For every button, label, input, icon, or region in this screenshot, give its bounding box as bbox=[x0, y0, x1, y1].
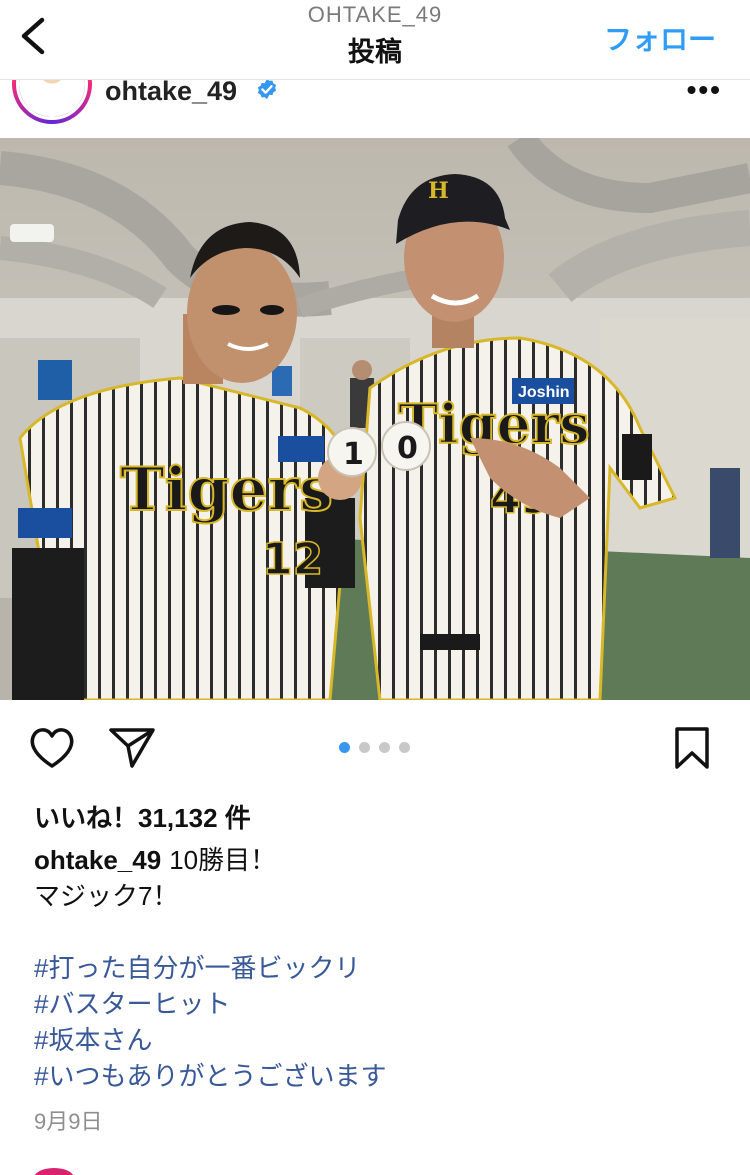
post-account-name[interactable]: ohtake_49 bbox=[105, 80, 237, 107]
carousel-dot bbox=[359, 742, 370, 753]
verified-badge-icon bbox=[257, 80, 277, 100]
left-jersey-team-text: Tigers bbox=[120, 455, 333, 525]
caption-username[interactable]: ohtake_49 bbox=[34, 845, 161, 875]
left-jersey-number: 12 bbox=[262, 534, 323, 585]
sponsor-patch: Joshin bbox=[518, 384, 570, 401]
ball-digit-0: 0 bbox=[397, 431, 418, 466]
post-header: ohtake_49 ••• bbox=[0, 80, 750, 138]
carousel-dot bbox=[339, 742, 350, 753]
carousel-dot bbox=[399, 742, 410, 753]
next-post-avatar-peek bbox=[34, 1168, 74, 1175]
more-options-icon[interactable]: ••• bbox=[687, 80, 722, 106]
caption-line-2: マジック7！ bbox=[34, 881, 179, 911]
heart-icon[interactable] bbox=[28, 726, 76, 770]
hashtag[interactable]: #坂本さん bbox=[34, 1022, 724, 1058]
carousel-indicator bbox=[339, 740, 419, 758]
action-bar bbox=[0, 700, 750, 790]
follow-button[interactable]: フォロー bbox=[604, 18, 716, 58]
carousel-dot bbox=[379, 742, 390, 753]
like-count[interactable]: いいね！31,132 件 bbox=[34, 798, 251, 835]
post-date: 9月9日 bbox=[34, 1109, 103, 1134]
hashtag[interactable]: #バスターヒット bbox=[34, 986, 724, 1022]
photo-illustration: Tigers 12 H Tigers 49 Joshin 1 bbox=[0, 138, 750, 700]
caption-line-1: 10勝目！ bbox=[169, 845, 277, 875]
hashtag[interactable]: #打った自分が一番ビックリ bbox=[34, 950, 724, 986]
hashtag[interactable]: #いつもありがとうございます bbox=[34, 1058, 724, 1094]
bookmark-icon[interactable] bbox=[672, 726, 712, 770]
share-icon[interactable] bbox=[108, 726, 156, 770]
caption: ohtake_49 10勝目！ マジック7！ #打った自分が一番ビックリ #バスタ… bbox=[34, 842, 724, 1094]
ball-digit-1: 1 bbox=[343, 437, 364, 472]
post-photo[interactable]: Tigers 12 H Tigers 49 Joshin 1 bbox=[0, 138, 750, 700]
svg-text:H: H bbox=[428, 178, 449, 204]
top-bar: OHTAKE_49 投稿 フォロー bbox=[0, 0, 750, 80]
